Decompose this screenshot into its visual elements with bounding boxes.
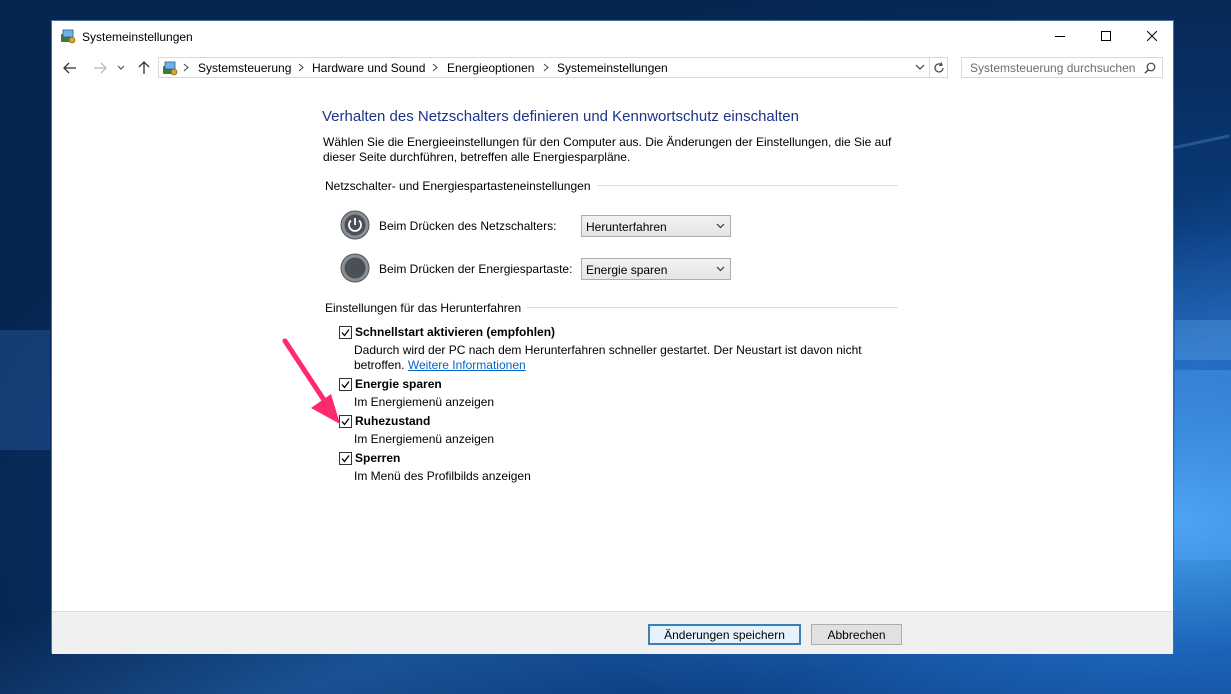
breadcrumb-item[interactable]: Hardware und Sound: [312, 61, 425, 75]
breadcrumb-item[interactable]: Systemsteuerung: [198, 61, 291, 75]
chevron-right-icon: [183, 63, 189, 72]
arrow-right-icon: [94, 62, 107, 74]
wallpaper-window-pane: [0, 330, 50, 450]
close-icon: [1147, 31, 1157, 41]
power-buttons-group-header: Netzschalter- und Energiespartasteneinst…: [325, 179, 597, 193]
chevron-down-icon: [716, 223, 725, 229]
refresh-button[interactable]: [929, 57, 948, 78]
search-icon[interactable]: [1144, 62, 1156, 74]
sleep-checkbox[interactable]: [339, 378, 352, 391]
page-title: Verhalten des Netzschalters definieren u…: [322, 108, 799, 125]
page-description: Wählen Sie die Energieeinstellungen für …: [323, 135, 892, 149]
recent-locations-button[interactable]: [114, 58, 128, 78]
checkmark-icon: [341, 455, 350, 463]
maximize-button[interactable]: [1083, 21, 1129, 51]
checkmark-icon: [341, 418, 350, 426]
sleep-button-label: Beim Drücken der Energiespartaste:: [379, 262, 573, 276]
chevron-down-icon: [117, 65, 125, 70]
sleep-option-description: Im Energiemenü anzeigen: [354, 395, 495, 409]
power-button-label: Beim Drücken des Netzschalters:: [379, 219, 557, 233]
chevron-down-icon[interactable]: [915, 64, 925, 71]
sleep-option-title[interactable]: Energie sparen: [355, 377, 442, 391]
search-input[interactable]: Systemsteuerung durchsuchen: [961, 57, 1163, 78]
fast-startup-description: Dadurch wird der PC nach dem Herunterfah…: [354, 343, 862, 357]
control-panel-icon: [163, 61, 178, 76]
save-changes-button[interactable]: Änderungen speichern: [648, 624, 801, 645]
wallpaper-window-pane: [1175, 320, 1231, 360]
title-bar[interactable]: Systemeinstellungen: [52, 21, 1173, 51]
refresh-icon: [933, 61, 944, 72]
close-button[interactable]: [1129, 21, 1175, 51]
breadcrumb-item[interactable]: Energieoptionen: [447, 61, 534, 75]
window-title: Systemeinstellungen: [82, 30, 193, 44]
wallpaper-window-pane: [1175, 370, 1231, 560]
chevron-right-icon[interactable]: [543, 63, 549, 72]
hibernate-option-description: Im Energiemenü anzeigen: [354, 432, 495, 446]
arrow-left-icon: [63, 62, 76, 74]
fast-startup-description-end: betroffen.: [354, 358, 405, 372]
maximize-icon: [1101, 31, 1111, 41]
dropdown-value: Herunterfahren: [586, 220, 667, 234]
sleep-button-action-dropdown[interactable]: Energie sparen: [581, 258, 731, 280]
chevron-right-icon[interactable]: [298, 63, 304, 72]
back-button[interactable]: [60, 58, 80, 78]
address-bar[interactable]: Systemsteuerung Hardware und Sound Energ…: [158, 57, 948, 78]
forward-button[interactable]: [90, 58, 110, 78]
checkmark-icon: [341, 381, 350, 389]
sleep-button-icon: [340, 253, 370, 283]
arrow-up-icon: [138, 61, 150, 74]
more-info-link[interactable]: Weitere Informationen: [408, 358, 526, 372]
fast-startup-checkbox[interactable]: [339, 326, 352, 339]
fast-startup-title[interactable]: Schnellstart aktivieren (empfohlen): [355, 325, 555, 339]
control-panel-window: Systemeinstellungen Systemsteuerung Hard…: [51, 20, 1174, 654]
up-button[interactable]: [134, 58, 154, 78]
hibernate-option-title[interactable]: Ruhezustand: [355, 414, 430, 428]
breadcrumb-item[interactable]: Systemeinstellungen: [557, 61, 668, 75]
power-button-icon: [340, 210, 370, 240]
lock-checkbox[interactable]: [339, 452, 352, 465]
checkmark-icon: [341, 329, 350, 337]
minimize-icon: [1055, 36, 1065, 37]
lock-option-title[interactable]: Sperren: [355, 451, 400, 465]
control-panel-icon: [61, 29, 76, 44]
minimize-button[interactable]: [1037, 21, 1083, 51]
chevron-down-icon: [716, 266, 725, 272]
search-placeholder: Systemsteuerung durchsuchen: [970, 61, 1136, 75]
footer-bar: Änderungen speichern Abbrechen: [52, 611, 1173, 654]
chevron-right-icon[interactable]: [432, 63, 438, 72]
navigation-bar: Systemsteuerung Hardware und Sound Energ…: [52, 54, 1173, 82]
content-area: Verhalten des Netzschalters definieren u…: [52, 83, 1173, 611]
power-button-action-dropdown[interactable]: Herunterfahren: [581, 215, 731, 237]
page-description: dieser Seite durchführen, betreffen alle…: [323, 150, 631, 164]
dropdown-value: Energie sparen: [586, 263, 668, 277]
fast-startup-description: betroffen. Weitere Informationen: [354, 358, 526, 372]
shutdown-group-header: Einstellungen für das Herunterfahren: [325, 301, 528, 315]
lock-option-description: Im Menü des Profilbilds anzeigen: [354, 469, 531, 483]
hibernate-checkbox[interactable]: [339, 415, 352, 428]
cancel-button[interactable]: Abbrechen: [811, 624, 902, 645]
